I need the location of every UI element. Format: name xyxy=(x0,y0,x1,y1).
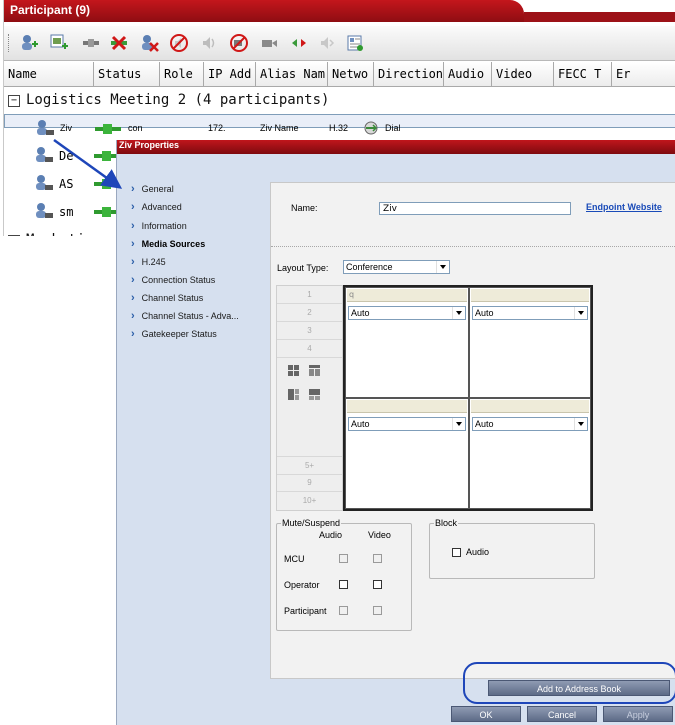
annotation-arrow xyxy=(53,138,123,189)
annotation-highlight-oval xyxy=(463,662,675,704)
annotation-overlay xyxy=(53,138,123,189)
